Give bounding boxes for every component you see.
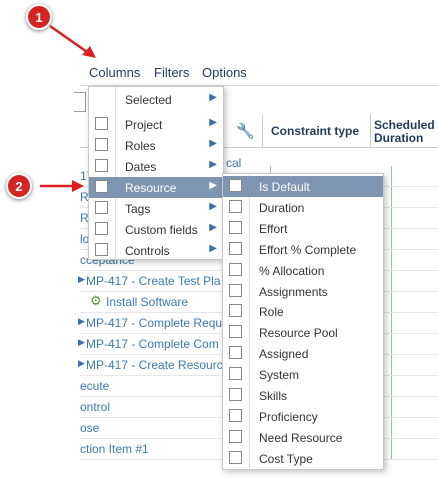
arrow-2-head: [72, 180, 84, 192]
step-badge-2: 2: [6, 173, 32, 199]
annotation-arrows: [40, 24, 96, 192]
arrow-1: [49, 24, 91, 56]
arrow-1-head: [82, 46, 96, 58]
